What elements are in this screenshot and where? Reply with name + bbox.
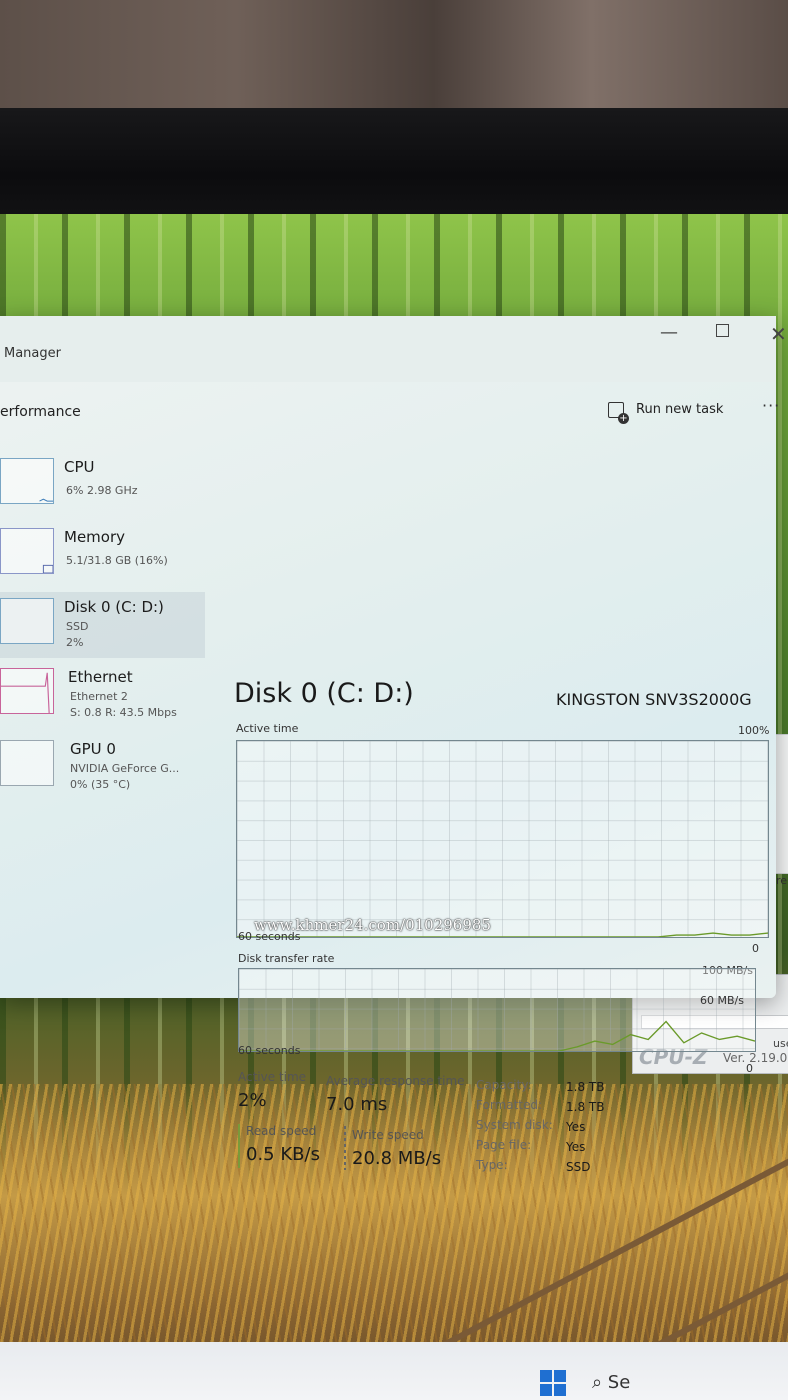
app-title: Manager [4, 346, 61, 361]
page-file-value: Yes [566, 1140, 586, 1154]
title-bar[interactable]: Manager — ✕ [0, 316, 787, 382]
sidebar-item-gpu-0[interactable]: GPU 0 NVIDIA GeForce G... 0% (35 °C) [0, 734, 205, 800]
write-speed-indicator [344, 1126, 346, 1170]
command-bar: erformance Run new task ··· [0, 382, 779, 438]
cpu-thumbnail-graph [0, 458, 54, 504]
sidebar-item-label: Memory [64, 528, 126, 546]
background-window-partial-text: re [776, 874, 788, 887]
disk-thumbnail-graph [0, 598, 54, 644]
disk-title: Disk 0 (C: D:) [234, 678, 414, 709]
read-speed-label: Read speed [246, 1124, 317, 1138]
sidebar-item-detail: Ethernet 2 [70, 690, 128, 703]
read-speed-indicator [238, 1124, 240, 1168]
run-new-task-button[interactable]: Run new task [636, 402, 723, 417]
active-time-graph-max: 100% [738, 724, 770, 737]
page-title: erformance [0, 404, 81, 420]
transfer-rate-min: 0 [746, 1062, 753, 1075]
avg-response-value: 7.0 ms [326, 1094, 388, 1115]
sidebar-item-disk-0[interactable]: Disk 0 (C: D:) SSD 2% [0, 592, 205, 658]
type-label: Type: [476, 1158, 508, 1172]
active-time-series [237, 932, 768, 937]
sidebar-item-throughput: S: 0.8 R: 43.5 Mbps [70, 706, 177, 719]
write-speed-label: Write speed [352, 1128, 424, 1142]
sidebar-item-detail: 5.1/31.8 GB (16%) [66, 554, 168, 567]
sidebar-item-detail: 6% 2.98 GHz [66, 484, 138, 497]
task-manager-window: Manager — ✕ erformance Run new task ··· … [0, 316, 787, 1174]
active-time-graph-label: Active time [236, 722, 299, 735]
start-button-windows-icon[interactable] [540, 1370, 566, 1396]
system-disk-label: System disk: [476, 1118, 553, 1132]
type-value: SSD [566, 1160, 591, 1174]
sidebar-item-usage: 2% [66, 636, 84, 649]
sidebar-item-label: Disk 0 (C: D:) [64, 598, 164, 616]
active-time-label: Active time [238, 1070, 307, 1084]
sidebar-item-label: CPU [64, 458, 95, 476]
cpuz-partial-label: use [773, 1037, 788, 1050]
system-disk-value: Yes [566, 1120, 586, 1134]
transfer-rate-mid: 60 MB/s [700, 994, 744, 1007]
avg-response-label: Average response time [326, 1074, 465, 1088]
sidebar-item-ethernet[interactable]: Ethernet Ethernet 2 S: 0.8 R: 43.5 Mbps [0, 662, 205, 728]
capacity-value: 1.8 TB [566, 1080, 605, 1094]
memory-thumbnail-graph [0, 528, 54, 574]
maximize-button[interactable] [716, 324, 729, 337]
sidebar-item-label: GPU 0 [70, 740, 116, 758]
active-time-graph [236, 740, 769, 938]
write-speed-value: 20.8 MB/s [352, 1148, 442, 1169]
desktop-screen: use CPU-Z Ver. 2.19.0. re ⌕ Se Manager —… [0, 214, 788, 1400]
taskbar-search[interactable]: ⌕ Se [592, 1372, 630, 1393]
sidebar-item-temp: 0% (35 °C) [70, 778, 131, 791]
more-options-button[interactable]: ··· [762, 396, 780, 415]
disk-model: KINGSTON SNV3S2000G [556, 690, 752, 709]
monitor-bezel [0, 108, 788, 220]
transfer-rate-graph [238, 968, 756, 1052]
taskbar [0, 1342, 788, 1400]
active-time-value: 2% [238, 1090, 267, 1111]
gpu-thumbnail-graph [0, 740, 54, 786]
run-task-icon[interactable] [608, 402, 629, 424]
cpuz-version: Ver. 2.19.0. [723, 1051, 788, 1065]
capacity-label: Capacity: [476, 1078, 532, 1092]
sidebar-item-detail: SSD [66, 620, 89, 633]
active-time-min: 0 [752, 942, 759, 955]
sidebar-item-cpu[interactable]: CPU 6% 2.98 GHz [0, 452, 205, 518]
close-button[interactable]: ✕ [770, 322, 787, 346]
page-file-label: Page file: [476, 1138, 532, 1152]
transfer-rate-seconds: 60 seconds [238, 1044, 301, 1057]
sidebar-item-label: Ethernet [68, 668, 133, 686]
minimize-button[interactable]: — [660, 322, 678, 343]
watermark-text: www.khmer24.com/010296985 [254, 916, 491, 934]
transfer-rate-series [239, 1020, 755, 1051]
sidebar-item-detail: NVIDIA GeForce G... [70, 762, 180, 775]
read-speed-value: 0.5 KB/s [246, 1144, 320, 1165]
ethernet-thumbnail-graph [0, 668, 54, 714]
formatted-value: 1.8 TB [566, 1100, 605, 1114]
formatted-label: Formatted: [476, 1098, 543, 1112]
transfer-rate-graph-label: Disk transfer rate [238, 952, 335, 965]
transfer-rate-line [239, 1020, 755, 1051]
sidebar-item-memory[interactable]: Memory 5.1/31.8 GB (16%) [0, 522, 205, 588]
